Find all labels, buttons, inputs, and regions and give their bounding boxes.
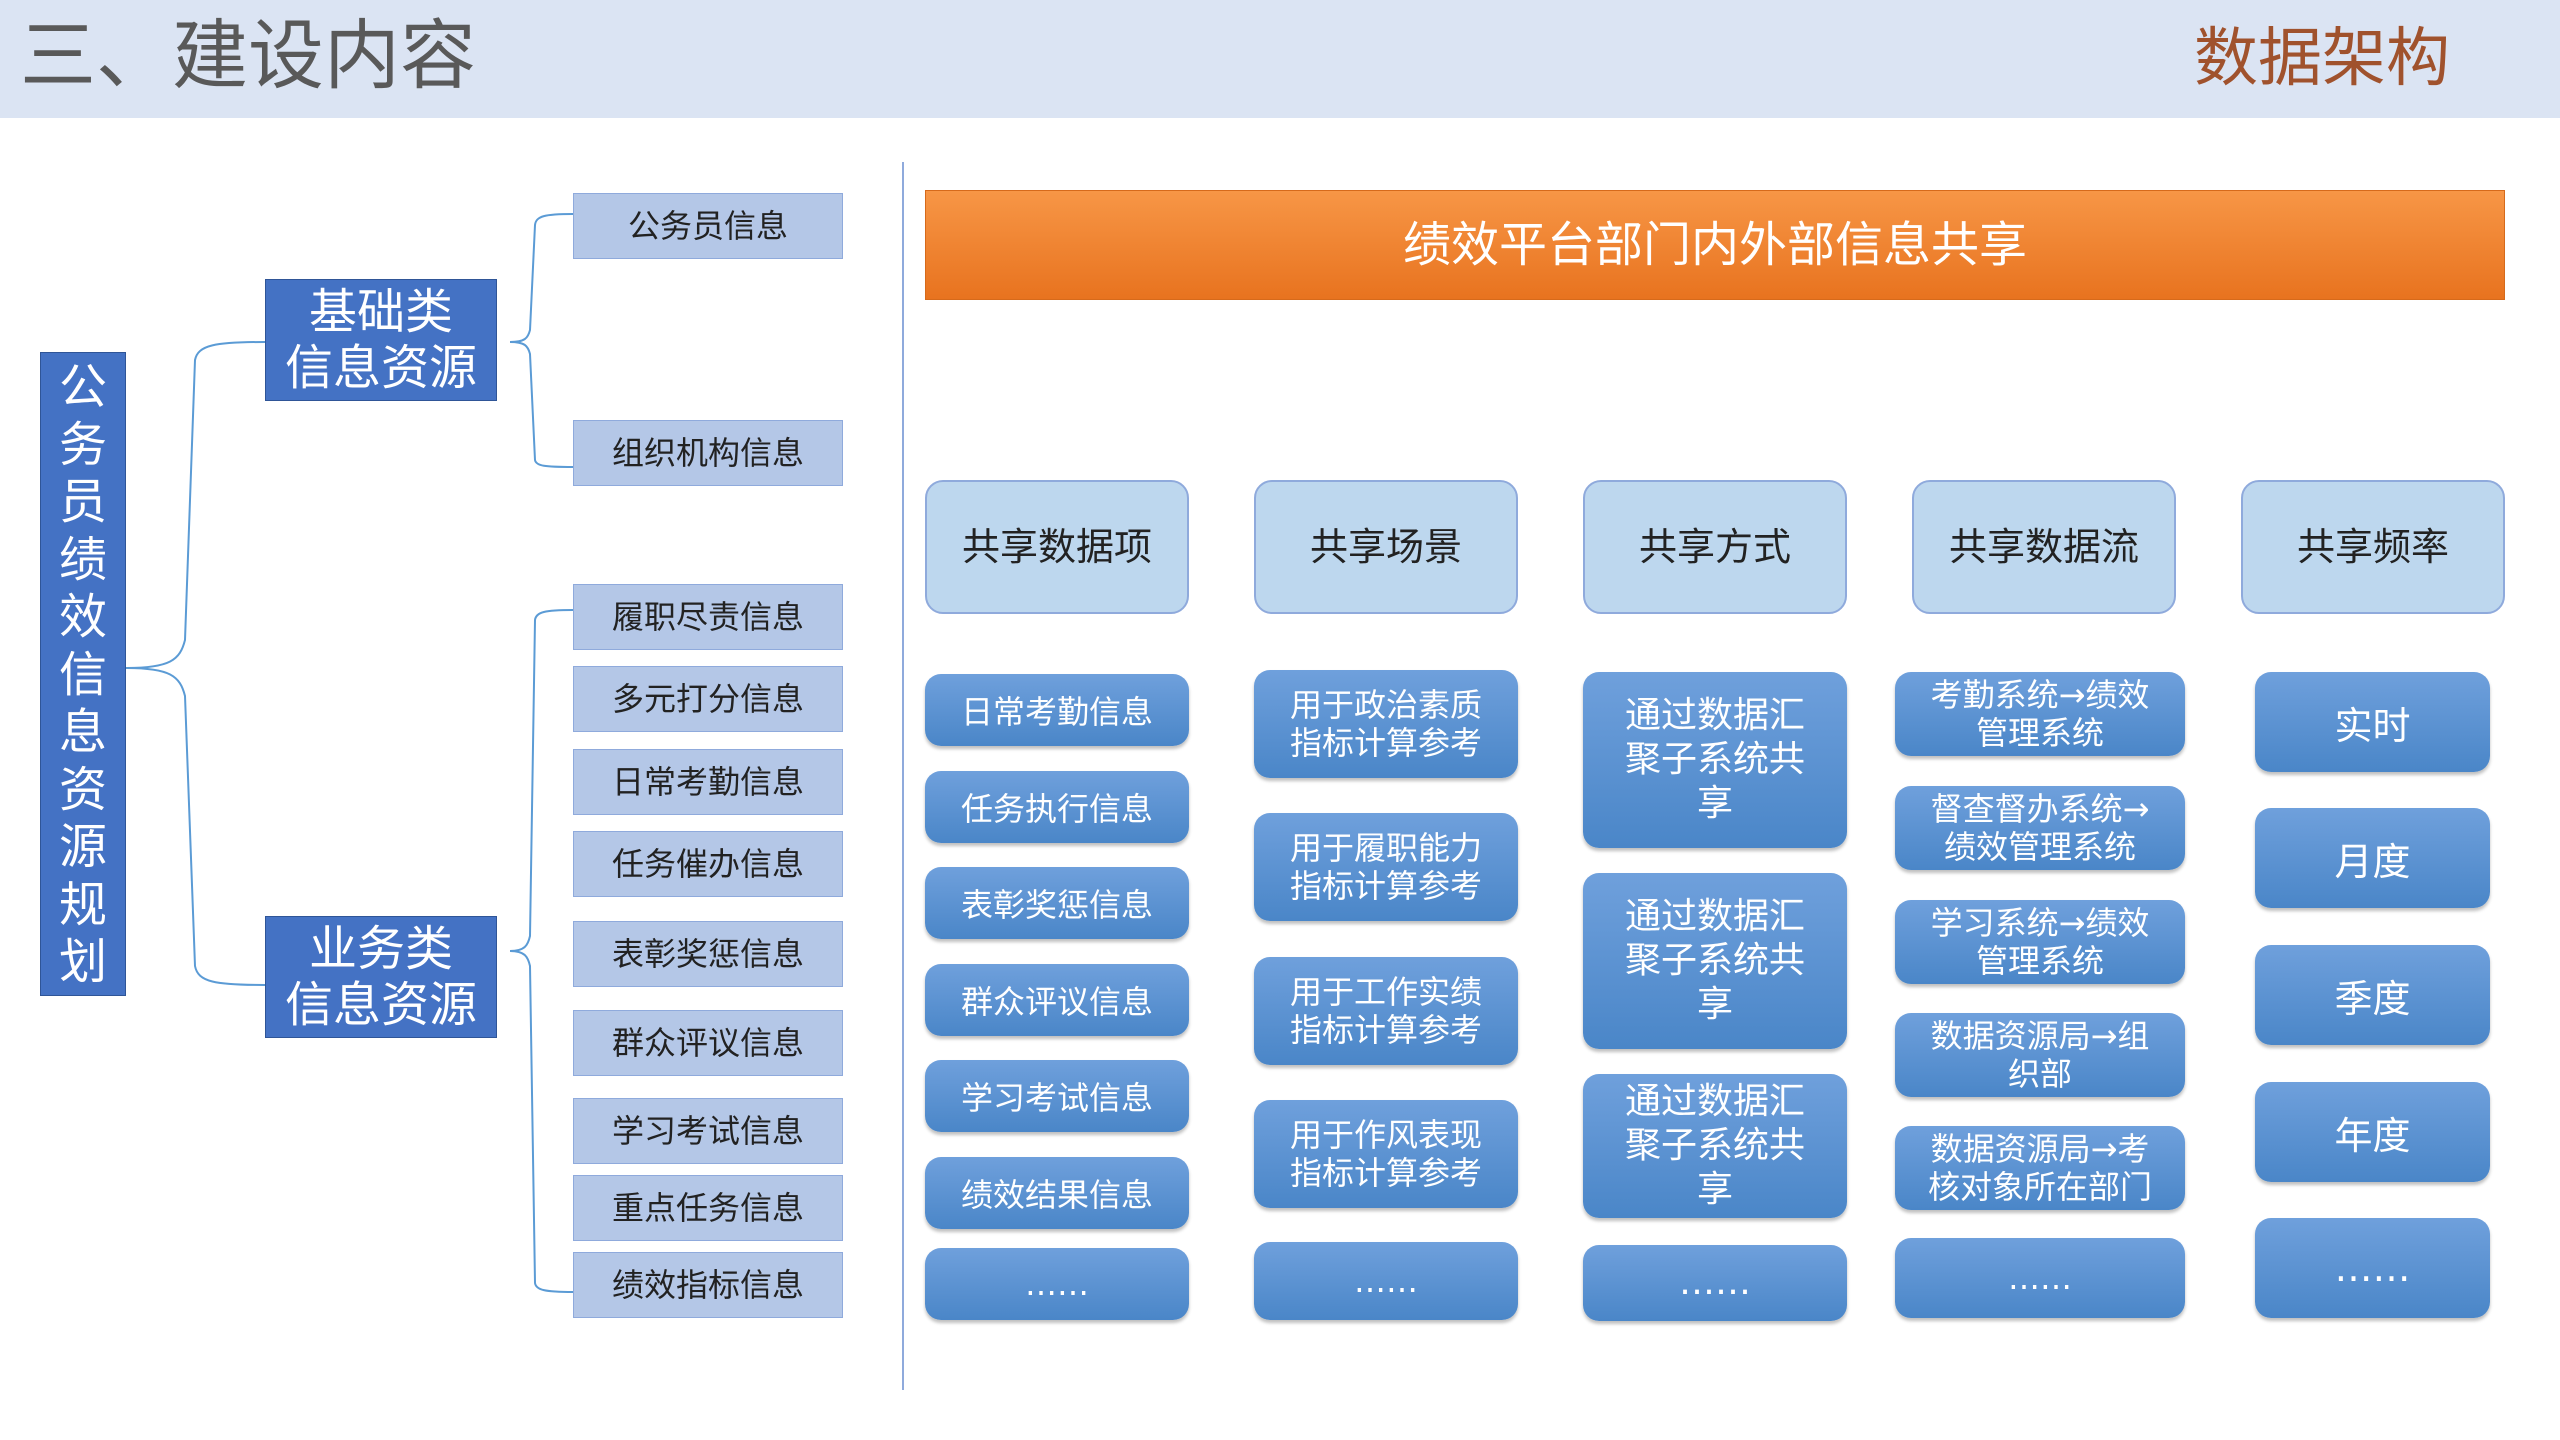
- basic-item: 公务员信息: [573, 193, 843, 259]
- business-item: 表彰奖惩信息: [573, 921, 843, 987]
- section-divider: [902, 162, 904, 1390]
- business-item: 履职尽责信息: [573, 584, 843, 650]
- data-flow-box: 数据资源局→组织部: [1895, 1013, 2185, 1097]
- data-item-box: 学习考试信息: [925, 1060, 1189, 1132]
- frequency-box: 年度: [2255, 1082, 2490, 1182]
- scenario-box: ……: [1254, 1242, 1518, 1320]
- business-item: 重点任务信息: [573, 1175, 843, 1241]
- category-label-line: 信息资源: [284, 977, 477, 1033]
- data-item-box: 群众评议信息: [925, 964, 1189, 1036]
- data-item-box: 表彰奖惩信息: [925, 867, 1189, 939]
- column-header-scenarios: 共享场景: [1254, 480, 1518, 614]
- method-box: ……: [1583, 1245, 1847, 1321]
- scenario-box: 用于政治素质指标计算参考: [1254, 670, 1518, 778]
- scenario-box: 用于工作实绩指标计算参考: [1254, 957, 1518, 1065]
- frequency-box: 季度: [2255, 945, 2490, 1045]
- category-label-line: 信息资源: [284, 340, 477, 396]
- business-item: 群众评议信息: [573, 1010, 843, 1076]
- root-char: 信: [58, 646, 107, 703]
- data-flow-box: ……: [1895, 1238, 2185, 1318]
- business-item: 绩效指标信息: [573, 1252, 843, 1318]
- root-char: 资: [58, 761, 107, 818]
- data-flow-box: 考勤系统→绩效管理系统: [1895, 672, 2185, 756]
- root-char: 息: [58, 704, 107, 760]
- root-char: 效: [58, 589, 107, 645]
- business-item: 学习考试信息: [573, 1098, 843, 1164]
- data-flow-box: 学习系统→绩效管理系统: [1895, 900, 2185, 984]
- business-item: 日常考勤信息: [573, 749, 843, 815]
- business-item: 任务催办信息: [573, 831, 843, 897]
- scenario-box: 用于履职能力指标计算参考: [1254, 813, 1518, 921]
- root-char: 划: [58, 934, 107, 990]
- root-char: 公: [58, 359, 107, 415]
- method-box: 通过数据汇聚子系统共享: [1583, 672, 1847, 848]
- data-item-box: 任务执行信息: [925, 771, 1189, 843]
- category-basic: 基础类 信息资源: [265, 279, 497, 401]
- root-char: 绩: [58, 531, 107, 588]
- frequency-box: 月度: [2255, 808, 2490, 908]
- column-header-frequency: 共享频率: [2241, 480, 2505, 614]
- root-node: 公 务 员 绩 效 信 息 资 源 规 划: [40, 352, 126, 996]
- root-char: 员: [58, 474, 107, 530]
- data-item-box: 绩效结果信息: [925, 1157, 1189, 1229]
- root-char: 规: [58, 876, 107, 933]
- data-item-box: 日常考勤信息: [925, 674, 1189, 746]
- scenario-box: 用于作风表现指标计算参考: [1254, 1100, 1518, 1208]
- root-char: 源: [58, 819, 107, 875]
- basic-item: 组织机构信息: [573, 420, 843, 486]
- frequency-box: ……: [2255, 1218, 2490, 1318]
- category-label-line: 基础类: [308, 284, 453, 340]
- data-flow-box: 数据资源局→考核对象所在部门: [1895, 1126, 2185, 1210]
- method-box: 通过数据汇聚子系统共享: [1583, 1074, 1847, 1218]
- root-char: 务: [58, 416, 107, 473]
- business-item: 多元打分信息: [573, 666, 843, 732]
- category-business: 业务类 信息资源: [265, 916, 497, 1038]
- frequency-box: 实时: [2255, 672, 2490, 772]
- category-label-line: 业务类: [308, 921, 453, 977]
- column-header-methods: 共享方式: [1583, 480, 1847, 614]
- method-box: 通过数据汇聚子系统共享: [1583, 873, 1847, 1049]
- column-header-data-items: 共享数据项: [925, 480, 1189, 614]
- data-flow-box: 督查督办系统→绩效管理系统: [1895, 786, 2185, 870]
- data-item-box: ……: [925, 1248, 1189, 1320]
- sharing-banner: 绩效平台部门内外部信息共享: [925, 190, 2505, 300]
- column-header-data-flow: 共享数据流: [1912, 480, 2176, 614]
